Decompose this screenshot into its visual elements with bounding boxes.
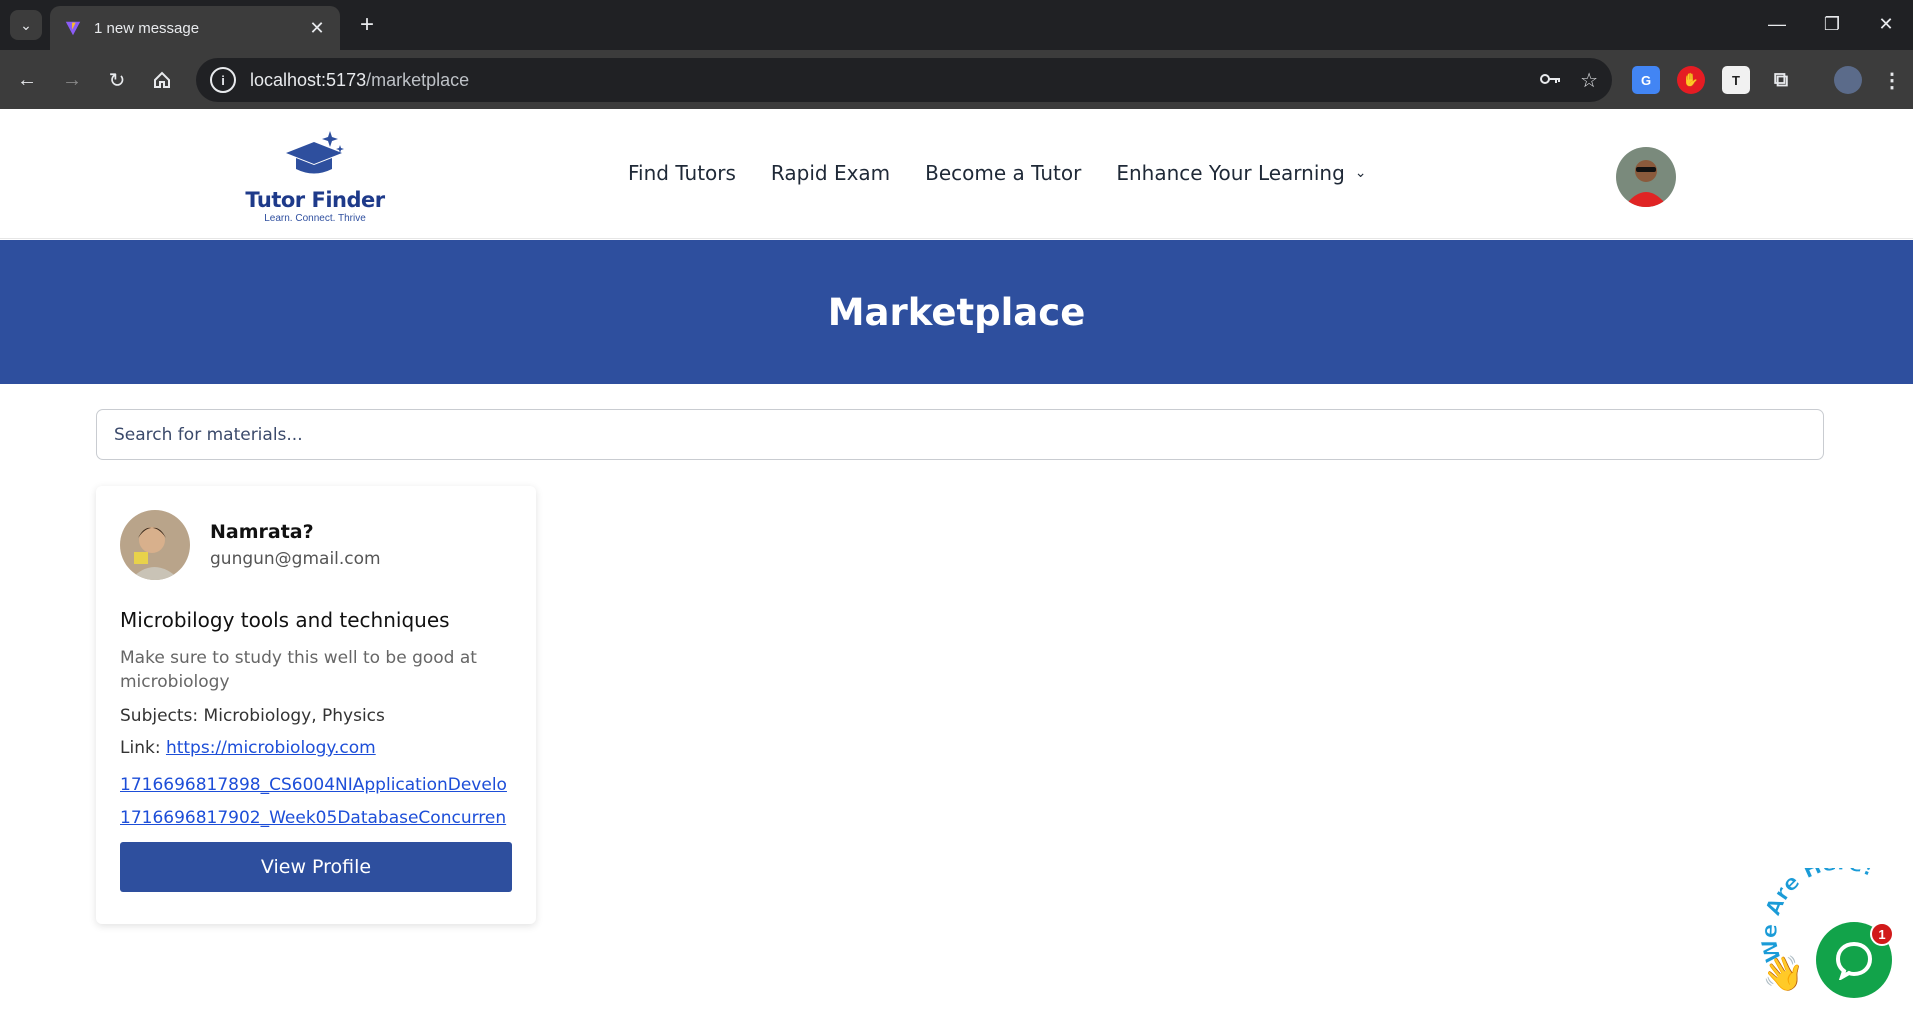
file-link[interactable]: 1716696817902_Week05DatabaseConcurren	[120, 808, 512, 828]
page-title: Marketplace	[827, 290, 1086, 334]
adblock-extension-icon[interactable]: ✋	[1677, 66, 1705, 94]
puzzle-icon[interactable]: ⧉	[1767, 66, 1795, 94]
key-icon[interactable]	[1540, 69, 1562, 92]
main-navigation: Find Tutors Rapid Exam Become a Tutor En…	[628, 161, 1402, 185]
material-link-row: Link: https://microbiology.com	[120, 738, 512, 758]
material-card: Namrata? gungun@gmail.com Microbilogy to…	[96, 486, 536, 924]
close-icon[interactable]: ✕	[306, 18, 328, 39]
url-text: localhost:5173/marketplace	[250, 69, 470, 90]
card-author: Namrata? gungun@gmail.com	[120, 510, 512, 580]
minimize-button[interactable]: —	[1757, 8, 1797, 40]
address-bar[interactable]: i localhost:5173/marketplace ☆	[196, 58, 1612, 102]
back-arrow-icon[interactable]: ←	[10, 63, 44, 97]
chat-widget[interactable]: We Are Here! 👋 1	[1760, 868, 1913, 1017]
home-icon[interactable]	[145, 63, 179, 97]
tab-list-button[interactable]: ⌄	[10, 10, 42, 40]
browser-toolbar: ← → ↻ i localhost:5173/marketplace ☆ G ✋…	[0, 50, 1913, 109]
star-icon[interactable]: ☆	[1580, 68, 1598, 93]
material-subjects: Subjects: Microbiology, Physics	[120, 706, 512, 726]
nav-enhance-learning-label: Enhance Your Learning	[1116, 161, 1345, 185]
author-email: gungun@gmail.com	[210, 549, 381, 569]
graduation-cap-icon	[286, 131, 344, 174]
tutor-finder-logo[interactable]: Tutor Finder Learn. Connect. Thrive	[240, 129, 390, 224]
author-name: Namrata?	[210, 521, 314, 543]
nav-become-tutor[interactable]: Become a Tutor	[925, 161, 1081, 185]
nav-find-tutors[interactable]: Find Tutors	[628, 161, 736, 185]
logo-tagline: Learn. Connect. Thrive	[264, 213, 366, 224]
nav-enhance-learning[interactable]: Enhance Your Learning ⌄	[1116, 161, 1366, 185]
reload-icon[interactable]: ↻	[100, 63, 134, 97]
material-description: Make sure to study this well to be good …	[120, 648, 477, 692]
text-extension-icon[interactable]: T	[1722, 66, 1750, 94]
user-avatar[interactable]	[1616, 147, 1676, 207]
kebab-menu-icon[interactable]: ⋮	[1878, 66, 1906, 94]
vite-favicon-icon	[62, 17, 84, 39]
waving-hand-icon: 👋	[1762, 955, 1805, 993]
notification-badge: 1	[1870, 922, 1894, 946]
new-tab-button[interactable]: +	[352, 10, 382, 40]
link-label: Link:	[120, 738, 161, 758]
subjects-label: Subjects:	[120, 706, 199, 726]
translate-extension-icon[interactable]: G	[1632, 66, 1660, 94]
view-profile-button[interactable]: View Profile	[120, 842, 512, 892]
forward-arrow-icon[interactable]: →	[55, 63, 89, 97]
author-info: Namrata? gungun@gmail.com	[210, 521, 381, 569]
restore-button[interactable]: ❐	[1812, 8, 1852, 40]
site-header: Tutor Finder Learn. Connect. Thrive Find…	[0, 109, 1913, 239]
subjects-value: Microbiology, Physics	[203, 706, 385, 726]
info-icon[interactable]: i	[210, 67, 236, 93]
chat-icon	[1835, 941, 1873, 980]
profile-avatar-icon[interactable]	[1834, 66, 1862, 94]
close-window-button[interactable]: ✕	[1866, 8, 1906, 40]
material-link[interactable]: https://microbiology.com	[166, 738, 376, 758]
browser-tab[interactable]: 1 new message ✕	[50, 6, 340, 50]
chevron-down-icon: ⌄	[20, 16, 32, 33]
search-input[interactable]	[96, 409, 1824, 460]
file-link[interactable]: 1716696817898_CS6004NIApplicationDevelo	[120, 775, 512, 795]
tab-title: 1 new message	[94, 19, 200, 37]
nav-rapid-exam[interactable]: Rapid Exam	[771, 161, 890, 185]
hero-banner: Marketplace	[0, 240, 1913, 384]
chevron-down-icon: ⌄	[1354, 165, 1367, 181]
logo-title: Tutor Finder	[245, 188, 385, 212]
author-avatar	[120, 510, 190, 580]
material-title: Microbilogy tools and techniques	[120, 608, 450, 632]
browser-tab-bar: ⌄ 1 new message ✕ + — ❐ ✕	[0, 0, 1913, 50]
